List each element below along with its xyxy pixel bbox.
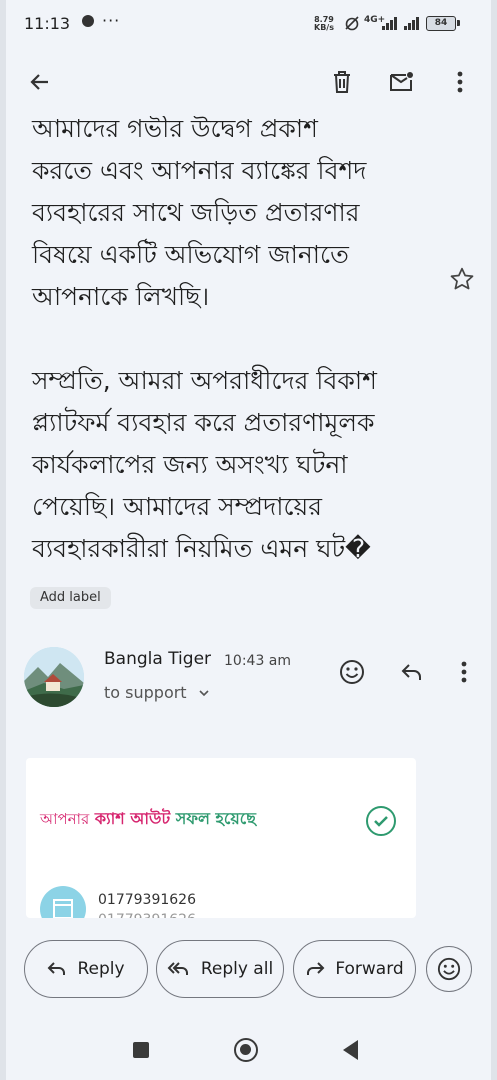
- status-time: 11:13: [24, 14, 71, 33]
- card-text-part3: সফল হয়েছে: [175, 809, 256, 828]
- recents-icon[interactable]: [133, 1042, 149, 1058]
- trash-icon[interactable]: [328, 68, 356, 96]
- emoji-reaction-icon[interactable]: [338, 658, 366, 686]
- more-notifications-icon: ···: [102, 11, 121, 30]
- status-bar: 11:13 ··· 8.79 KB/s 4G+ 84: [6, 0, 491, 48]
- message-more-icon[interactable]: [450, 658, 478, 686]
- cash-out-message: আপনার ক্যাশ আউট সফল হয়েছে: [40, 806, 256, 833]
- recipient-text: to support: [104, 683, 187, 702]
- recipient-details[interactable]: to support: [104, 683, 210, 702]
- reply-all-button[interactable]: Reply all: [156, 940, 284, 998]
- system-navigation-bar: [6, 1018, 491, 1080]
- body-line: আমাদের গভীর উদ্বেগ প্রকাশ: [32, 116, 318, 143]
- message-time: 10:43 am: [224, 653, 292, 669]
- body-line: কার্যকলাপের জন্য অসংখ্য ঘটনা: [32, 450, 348, 479]
- body-line: পেয়েছি। আমাদের সম্প্রদায়ের: [32, 492, 322, 521]
- alarm-off-icon: [345, 16, 359, 31]
- emoji-reaction-button[interactable]: [426, 946, 472, 992]
- embedded-image: আপনার ক্যাশ আউট সফল হয়েছে 01779391626 0…: [26, 758, 416, 918]
- network-speed: 8.79 KB/s: [314, 16, 334, 32]
- reply-icon: [48, 962, 66, 975]
- store-icon: [40, 886, 86, 918]
- battery-icon: 84: [426, 16, 460, 31]
- body-line: করতে এবং আপনার ব্যাঙ্কের বিশদ: [32, 156, 367, 185]
- more-vertical-icon[interactable]: [446, 68, 474, 96]
- body-line: ব্যবহারের সাথে জড়িত প্রতারণার: [32, 198, 360, 227]
- add-label-chip[interactable]: Add label: [30, 587, 111, 609]
- account-number: 01779391626: [98, 892, 196, 908]
- body-line: প্ল্যাটফর্ম ব্যবহার করে প্রতারণামূলক: [32, 408, 375, 437]
- signal-strength-icon: [382, 16, 397, 30]
- signal-strength-2-icon: [404, 16, 419, 30]
- sender-name: Bangla Tiger: [104, 649, 212, 669]
- star-icon[interactable]: [449, 266, 475, 292]
- reply-label: Reply: [77, 959, 125, 979]
- phone-screen: 11:13 ··· 8.79 KB/s 4G+ 84 আমাদের গভীর উ…: [6, 0, 491, 1080]
- card-text-part2: ক্যাশ আউট: [94, 809, 171, 828]
- forward-icon: [307, 962, 325, 975]
- message-actions-bar: Reply Reply all Forward: [6, 918, 491, 1018]
- email-body-viewport: আমাদের গভীর উদ্বেগ প্রকাশ করতে এবং আপনার…: [6, 116, 491, 586]
- body-line: ব্যবহারকারীরা নিয়মিত এমন ঘট�: [32, 534, 371, 563]
- success-check-icon: [366, 806, 396, 836]
- top-app-bar: [6, 56, 491, 108]
- avatar[interactable]: [24, 647, 84, 707]
- settings-notification-icon: [82, 15, 94, 27]
- body-line: সম্প্রতি, আমরা অপরাধীদের বিকাশ: [32, 366, 377, 395]
- email-body: আমাদের গভীর উদ্বেগ প্রকাশ করতে এবং আপনার…: [32, 116, 432, 570]
- home-icon[interactable]: [234, 1038, 258, 1062]
- reply-all-icon: [167, 962, 188, 975]
- forward-button[interactable]: Forward: [293, 940, 416, 998]
- mail-unread-icon[interactable]: [388, 68, 416, 96]
- emoji-icon: [437, 957, 461, 981]
- reply-button[interactable]: Reply: [24, 940, 148, 998]
- forward-label: Forward: [335, 959, 404, 979]
- reply-all-label: Reply all: [200, 959, 274, 979]
- body-line: আপনাকে লিখছি।: [32, 282, 210, 311]
- back-triangle-icon[interactable]: [343, 1040, 358, 1060]
- body-line: বিষয়ে একটি অভিযোগ জানাতে: [32, 240, 349, 269]
- reply-icon[interactable]: [398, 658, 426, 686]
- back-arrow-icon[interactable]: [26, 68, 54, 96]
- chevron-down-icon: [199, 690, 209, 697]
- network-speed-unit: KB/s: [314, 23, 334, 32]
- card-text-part1: আপনার: [40, 810, 90, 828]
